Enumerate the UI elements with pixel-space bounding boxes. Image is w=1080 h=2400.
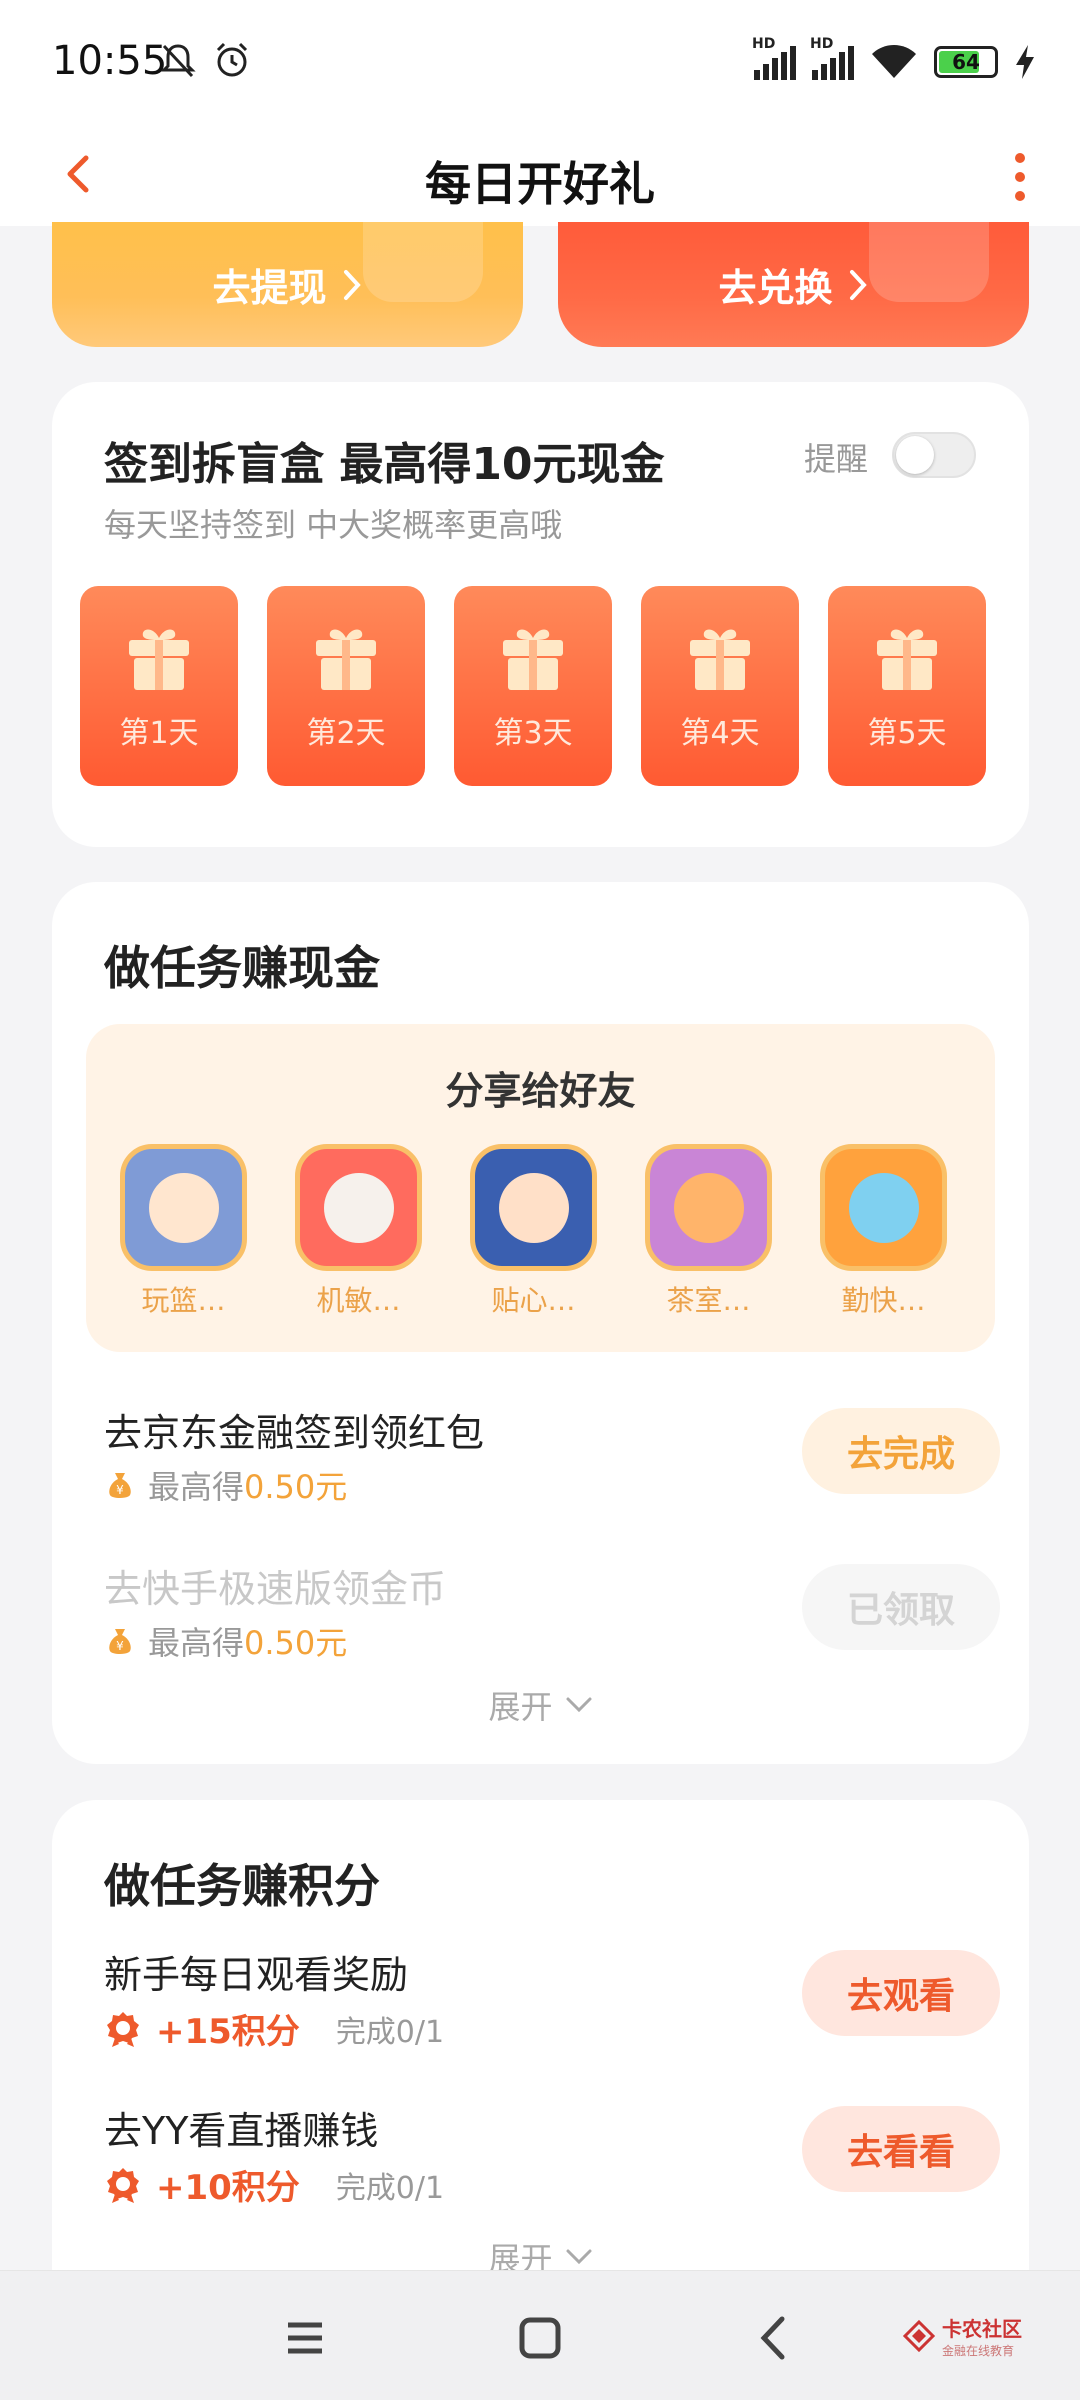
cash-tasks-title: 做任务赚现金	[104, 941, 380, 995]
status-time: 10:55	[52, 38, 168, 84]
reward-value: 0.50元	[244, 1624, 348, 1662]
look-button[interactable]: 去看看	[802, 2106, 1000, 2192]
nav-bar: 每日开好礼	[0, 132, 1080, 226]
chevron-down-icon	[566, 2249, 591, 2265]
watermark-main: 卡农社区	[942, 2317, 1022, 2341]
svg-text:¥: ¥	[116, 1483, 124, 1497]
gift-box-icon	[316, 629, 376, 690]
chevron-right-icon	[343, 269, 361, 300]
more-options-icon[interactable]	[1000, 142, 1040, 212]
exchange-label: 去兑换	[718, 266, 833, 310]
reward-prefix: 最高得	[148, 1624, 245, 1662]
friend-list: 玩篮… 机敏… 贴心… 茶室… 勤快…	[120, 1144, 947, 1319]
signin-day-tile[interactable]: 第3天	[454, 586, 612, 786]
svg-text:¥: ¥	[116, 1639, 124, 1653]
remind-toggle[interactable]	[892, 432, 976, 478]
signin-days: 第1天 第2天 第3天 第4天 第5天	[80, 586, 986, 786]
system-navigation-bar: 卡农社区 金融在线教育	[0, 2270, 1080, 2400]
watermark-sub: 金融在线教育	[942, 2344, 1015, 2358]
home-icon[interactable]	[505, 2303, 575, 2373]
avatar-girl-cap-icon	[645, 1144, 772, 1271]
status-bar: 10:55 HD HD 64	[0, 0, 1080, 132]
point-tasks-title: 做任务赚积分	[104, 1859, 380, 1913]
avatar-white-creature-icon	[295, 1144, 422, 1271]
task-row: 去快手极速版领金币 ¥ 最高得 0.50元 已领取	[104, 1558, 1000, 1678]
task-progress: 完成0/1	[335, 2170, 445, 2206]
point-tasks-card: 做任务赚积分 新手每日观看奖励 +15积分 完成0/1 去观看 去YY看直播赚钱…	[52, 1800, 1029, 2300]
claimed-button: 已领取	[802, 1564, 1000, 1650]
gift-box-icon	[129, 629, 189, 690]
friend-item[interactable]: 机敏…	[295, 1144, 422, 1319]
cash-tasks-card: 做任务赚现金 分享给好友 玩篮… 机敏… 贴心… 茶室… 勤快… 去京东金融签到…	[52, 882, 1029, 1764]
signin-day-tile[interactable]: 第2天	[267, 586, 425, 786]
medal-icon	[107, 2167, 139, 2203]
task-row: 新手每日观看奖励 +15积分 完成0/1 去观看	[104, 1944, 1000, 2064]
menu-icon[interactable]	[270, 2303, 340, 2373]
remind-label: 提醒	[804, 440, 869, 478]
avatar-boy-colorful-icon	[820, 1144, 947, 1271]
day-label: 第1天	[119, 716, 199, 751]
friend-item[interactable]: 勤快…	[820, 1144, 947, 1319]
battery-icon: 64	[934, 46, 998, 78]
watch-button[interactable]: 去观看	[802, 1950, 1000, 2036]
watermark: 卡农社区 金融在线教育	[902, 2313, 1022, 2359]
task-row: 去京东金融签到领红包 ¥ 最高得 0.50元 去完成	[104, 1402, 1000, 1522]
expand-toggle[interactable]: 展开	[52, 1682, 1029, 1728]
day-label: 第5天	[867, 716, 947, 751]
friend-item[interactable]: 贴心…	[470, 1144, 597, 1319]
exchange-button[interactable]: 去兑换	[558, 222, 1029, 347]
day-label: 第2天	[306, 716, 386, 751]
signin-day-tile[interactable]: 第1天	[80, 586, 238, 786]
points-value: +10积分	[156, 2168, 300, 2208]
points-value: +15积分	[156, 2012, 300, 2052]
signin-title: 签到拆盲盒 最高得10元现金	[104, 439, 665, 490]
signin-day-tile[interactable]: 第4天	[641, 586, 799, 786]
avatar-girl-icon	[120, 1144, 247, 1271]
task-progress: 完成0/1	[335, 2014, 445, 2050]
gift-box-icon	[690, 629, 750, 690]
kanong-logo-icon	[902, 2319, 936, 2353]
task-title: 新手每日观看奖励	[104, 1953, 409, 1997]
friend-name: 贴心…	[491, 1284, 576, 1317]
signin-subtitle: 每天坚持签到 中大奖概率更高哦	[104, 506, 563, 544]
wifi-icon	[872, 45, 916, 78]
chevron-right-icon	[849, 269, 867, 300]
complete-task-button[interactable]: 去完成	[802, 1408, 1000, 1494]
task-title: 去京东金融签到领红包	[104, 1411, 485, 1455]
friend-item[interactable]: 茶室…	[645, 1144, 772, 1319]
friend-name: 茶室…	[666, 1284, 751, 1317]
money-bag-icon: ¥	[109, 1473, 131, 1498]
gift-box-icon	[877, 629, 937, 690]
signal-strength-icon: HD	[752, 36, 796, 80]
page-title: 每日开好礼	[425, 157, 655, 211]
task-title: 去YY看直播赚钱	[104, 2109, 379, 2153]
medal-icon	[107, 2011, 139, 2047]
withdraw-button[interactable]: 去提现	[52, 222, 523, 347]
alarm-clock-icon	[216, 42, 248, 77]
task-row: 去YY看直播赚钱 +10积分 完成0/1 去看看	[104, 2100, 1000, 2220]
charging-bolt-icon	[1016, 45, 1034, 79]
chevron-down-icon	[566, 1697, 591, 1713]
withdraw-label: 去提现	[212, 266, 327, 310]
share-title: 分享给好友	[445, 1069, 636, 1113]
signin-day-tile[interactable]: 第5天	[828, 586, 986, 786]
friend-item[interactable]: 玩篮…	[120, 1144, 247, 1319]
expand-label: 展开	[488, 1688, 553, 1726]
friend-name: 玩篮…	[141, 1284, 226, 1317]
mute-bell-icon	[160, 44, 196, 78]
friend-name: 勤快…	[841, 1284, 926, 1317]
day-label: 第4天	[680, 716, 760, 751]
share-to-friends-panel: 分享给好友 玩篮… 机敏… 贴心… 茶室… 勤快…	[86, 1024, 995, 1352]
gift-box-icon	[503, 629, 563, 690]
reward-prefix: 最高得	[148, 1468, 245, 1506]
avatar-boy-glasses-icon	[470, 1144, 597, 1271]
signin-card: 签到拆盲盒 最高得10元现金 每天坚持签到 中大奖概率更高哦 提醒 第1天 第2…	[52, 382, 1029, 847]
day-label: 第3天	[493, 716, 573, 751]
signal-strength-icon-2: HD	[810, 36, 854, 80]
money-bag-icon: ¥	[109, 1629, 131, 1654]
back-icon[interactable]	[740, 2303, 810, 2373]
friend-name: 机敏…	[316, 1284, 401, 1317]
task-title: 去快手极速版领金币	[104, 1567, 447, 1611]
reward-value: 0.50元	[244, 1468, 348, 1506]
